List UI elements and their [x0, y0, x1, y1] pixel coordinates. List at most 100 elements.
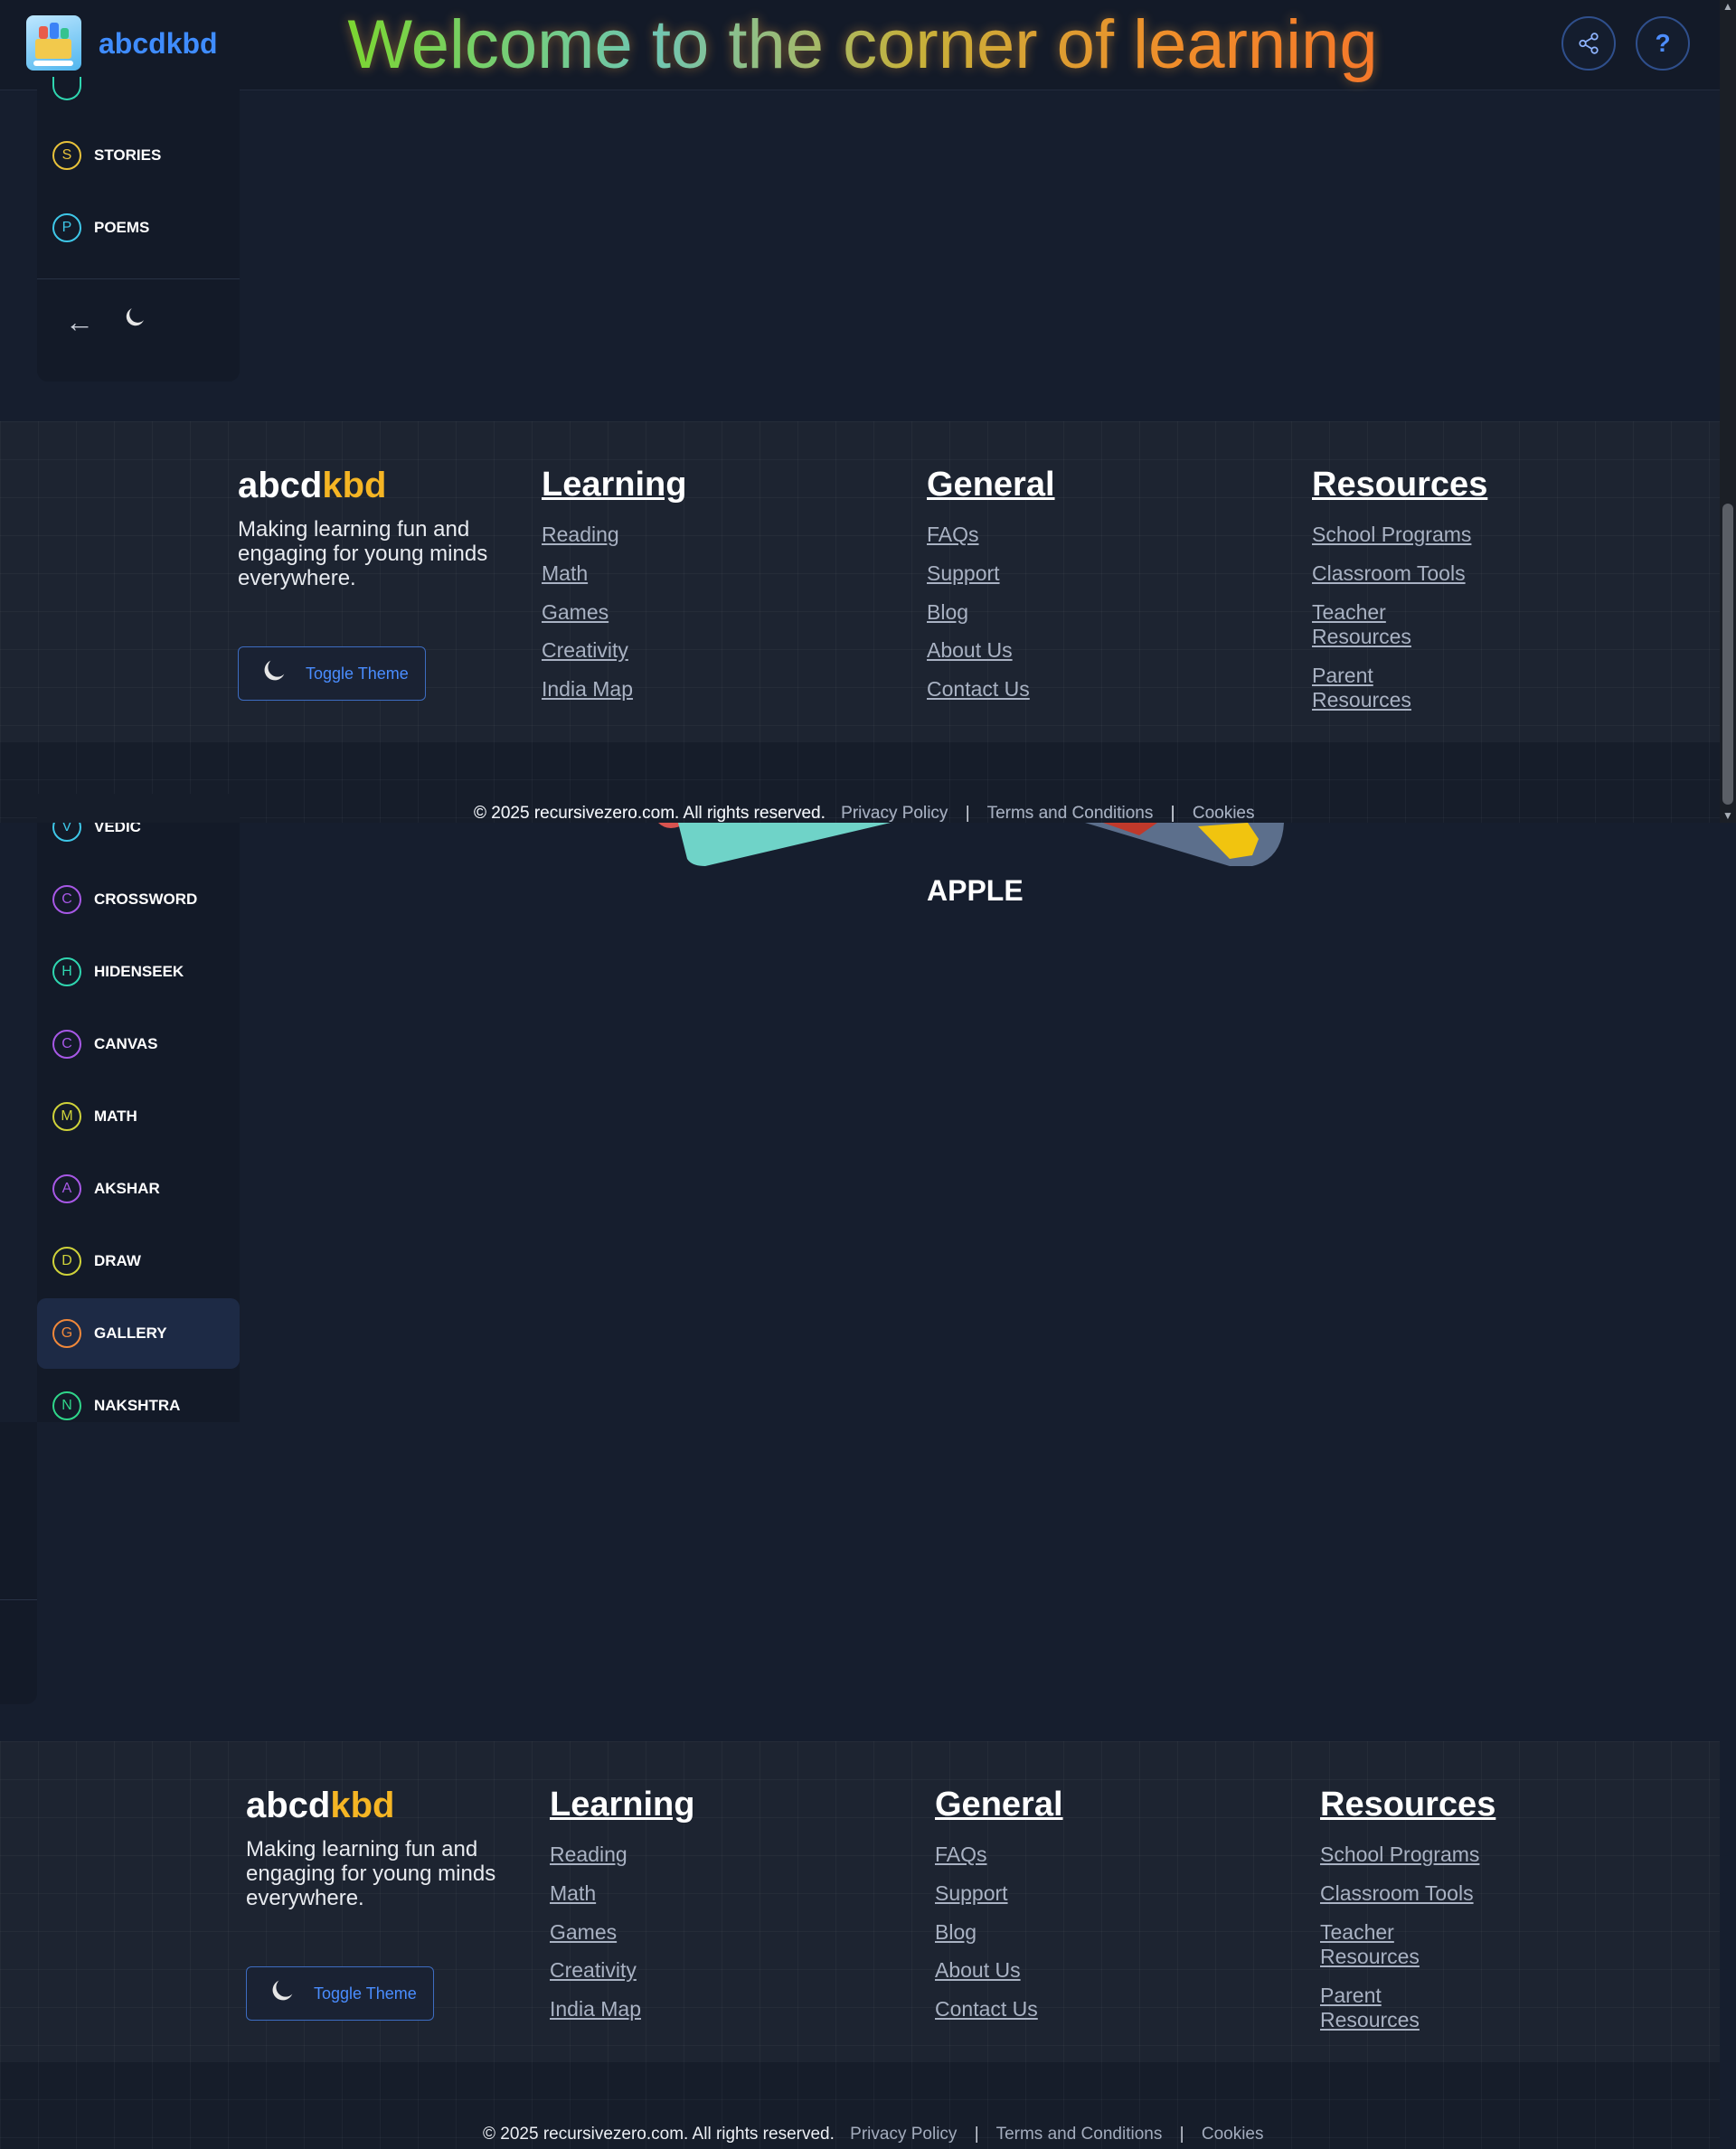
footer-brand[interactable]: abcdkbd: [246, 1786, 394, 1826]
scrollbar-thumb[interactable]: [1722, 504, 1733, 805]
sidebar-item-label: NAKSHTRA: [94, 1397, 181, 1414]
sidebar-item-hidenseek[interactable]: H HIDENSEEK: [37, 937, 240, 1007]
sidebar-item-label: CROSSWORD: [94, 891, 198, 908]
nav-badge: C: [52, 1030, 81, 1059]
terms-link[interactable]: Terms and Conditions: [987, 804, 1154, 823]
sidebar-item-label: STORIES: [94, 146, 162, 164]
footer-description: Making learning fun and engaging for you…: [246, 1837, 496, 1910]
separator: |: [1170, 804, 1175, 823]
footer-link-creativity[interactable]: Creativity: [550, 1958, 637, 1983]
gallery-card-label: APPLE: [927, 874, 1024, 907]
nav-badge: C: [52, 885, 81, 914]
footer-link-math[interactable]: Math: [542, 561, 588, 586]
footer-link-classroom-tools[interactable]: Classroom Tools: [1320, 1881, 1474, 1906]
separator: |: [974, 2125, 979, 2144]
footer-link-contact-us[interactable]: Contact Us: [935, 1997, 1038, 2022]
footer-link-about-us[interactable]: About Us: [927, 638, 1013, 663]
sidebar-item-poems[interactable]: P POEMS: [37, 193, 240, 263]
footer-link-school-programs[interactable]: School Programs: [1320, 1843, 1479, 1867]
footer-link-india-map[interactable]: India Map: [550, 1997, 641, 2022]
scroll-up-icon[interactable]: ▲: [1722, 0, 1734, 13]
footer-heading-general[interactable]: General: [927, 466, 1055, 504]
footer-heading-resources[interactable]: Resources: [1320, 1786, 1495, 1824]
sidebar-item-math[interactable]: M MATH: [37, 1081, 240, 1152]
sidebar-item-stories[interactable]: S STORIES: [37, 120, 240, 191]
nav-badge: D: [52, 1247, 81, 1276]
nav-badge: G: [52, 1319, 81, 1348]
nav-badge: S: [52, 141, 81, 170]
sidebar-item-nakshtra[interactable]: N NAKSHTRA: [37, 1371, 240, 1441]
welcome-banner: Welcome to the corner of learning: [338, 5, 1387, 84]
footer-heading-resources[interactable]: Resources: [1312, 466, 1487, 504]
sidebar-item-draw[interactable]: D DRAW: [37, 1226, 240, 1296]
footer-brand[interactable]: abcdkbd: [238, 466, 386, 506]
footer-heading-general[interactable]: General: [935, 1786, 1063, 1824]
footer-link-contact-us[interactable]: Contact Us: [927, 677, 1030, 702]
sidebar-item-akshar[interactable]: A AKSHAR: [37, 1154, 240, 1224]
nav-badge: A: [52, 1174, 81, 1203]
footer-heading-learning[interactable]: Learning: [542, 466, 686, 504]
footer-link-parent-resources[interactable]: Parent Resources: [1320, 1984, 1465, 2032]
footer-link-games[interactable]: Games: [542, 600, 609, 625]
sidebar-item-label: GALLERY: [94, 1324, 167, 1342]
moon-icon: [267, 1975, 297, 2012]
toggle-theme-label: Toggle Theme: [306, 664, 409, 683]
sidebar-item-gallery[interactable]: G GALLERY: [37, 1298, 240, 1369]
footer-link-classroom-tools[interactable]: Classroom Tools: [1312, 561, 1466, 586]
app-brand[interactable]: abcdkbd: [99, 27, 218, 61]
moon-icon[interactable]: [121, 304, 148, 335]
sidebar-item-label: HIDENSEEK: [94, 963, 184, 980]
app-header: abcdkbd Welcome to the corner of learnin…: [0, 0, 1720, 90]
privacy-policy-link[interactable]: Privacy Policy: [850, 2125, 957, 2144]
copyright-text: © 2025 recursivezero.com. All rights res…: [474, 804, 826, 823]
share-icon: [1579, 33, 1599, 54]
footer-link-faqs[interactable]: FAQs: [927, 523, 979, 547]
footer-link-india-map[interactable]: India Map: [542, 677, 633, 702]
footer-link-blog[interactable]: Blog: [935, 1920, 976, 1945]
toggle-theme-button[interactable]: Toggle Theme: [246, 1966, 434, 2021]
privacy-policy-link[interactable]: Privacy Policy: [841, 804, 948, 823]
footer-link-support[interactable]: Support: [935, 1881, 1008, 1906]
moon-icon: [259, 655, 289, 692]
sidebar-item-label: DRAW: [94, 1252, 141, 1269]
footer-link-reading[interactable]: Reading: [550, 1843, 627, 1867]
gallery-card-illustration: [658, 823, 1284, 866]
cookies-link[interactable]: Cookies: [1193, 804, 1255, 823]
copyright-text: © 2025 recursivezero.com. All rights res…: [483, 2125, 835, 2144]
footer-description: Making learning fun and engaging for you…: [238, 517, 488, 590]
footer-link-games[interactable]: Games: [550, 1920, 617, 1945]
help-button[interactable]: ?: [1636, 16, 1690, 71]
terms-link[interactable]: Terms and Conditions: [996, 2125, 1163, 2144]
collapse-arrow-icon[interactable]: ←: [65, 306, 94, 339]
footer-link-about-us[interactable]: About Us: [935, 1958, 1021, 1983]
sidebar-item-label: POEMS: [94, 219, 150, 236]
footer-link-blog[interactable]: Blog: [927, 600, 968, 625]
footer-link-school-programs[interactable]: School Programs: [1312, 523, 1471, 547]
footer-link-teacher-resources[interactable]: Teacher Resources: [1320, 1920, 1465, 1969]
toggle-theme-label: Toggle Theme: [314, 1984, 417, 2003]
footer-link-faqs[interactable]: FAQs: [935, 1843, 987, 1867]
app-logo[interactable]: [26, 15, 81, 71]
toggle-theme-button[interactable]: Toggle Theme: [238, 646, 426, 701]
footer-link-teacher-resources[interactable]: Teacher Resources: [1312, 600, 1457, 649]
copyright-line: © 2025 recursivezero.com. All rights res…: [483, 2125, 1264, 2144]
separator: |: [1179, 2125, 1184, 2144]
footer-link-support[interactable]: Support: [927, 561, 1000, 586]
sidebar-item-label: AKSHAR: [94, 1180, 160, 1197]
sidebar-item-canvas[interactable]: C CANVAS: [37, 1009, 240, 1079]
footer-overlap: [37, 794, 240, 823]
footer-link-reading[interactable]: Reading: [542, 523, 619, 547]
separator: |: [965, 804, 970, 823]
sidebar-item-crossword[interactable]: C CROSSWORD: [37, 864, 240, 935]
footer-heading-learning[interactable]: Learning: [550, 1786, 694, 1824]
scroll-down-icon[interactable]: ▼: [1722, 809, 1734, 822]
footer-link-parent-resources[interactable]: Parent Resources: [1312, 664, 1457, 712]
cookies-link[interactable]: Cookies: [1202, 2125, 1264, 2144]
share-button[interactable]: [1561, 16, 1616, 71]
footer-link-math[interactable]: Math: [550, 1881, 596, 1906]
copyright-line-overlay: © 2025 recursivezero.com. All rights res…: [474, 804, 1255, 824]
nav-badge: M: [52, 1102, 81, 1131]
nav-badge: H: [52, 957, 81, 986]
footer-link-creativity[interactable]: Creativity: [542, 638, 628, 663]
nav-badge: N: [52, 1391, 81, 1420]
